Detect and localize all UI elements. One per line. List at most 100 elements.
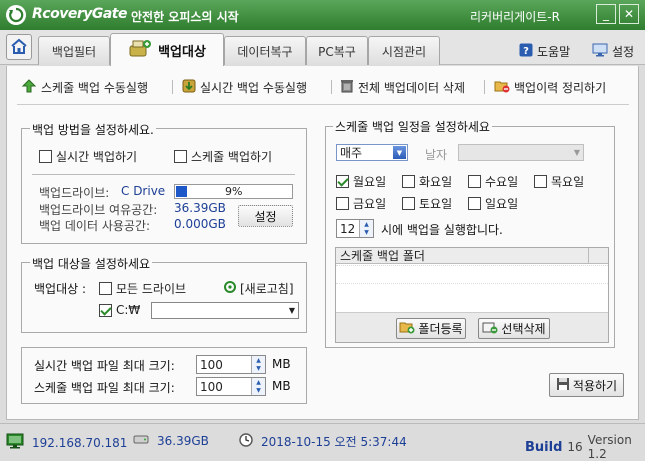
checkbox-box: [468, 197, 481, 210]
checkbox-label: 일요일: [485, 197, 519, 211]
target-path-dropdown[interactable]: ▼: [151, 302, 299, 319]
target-label: 백업대상 :: [34, 282, 87, 296]
build-number: 16: [567, 440, 583, 454]
ip-status: 192.168.70.181: [6, 433, 127, 452]
refresh-button[interactable]: [새로고침]: [223, 280, 294, 297]
minimize-button[interactable]: _: [596, 4, 616, 24]
progress-text: 9%: [225, 185, 243, 198]
close-button[interactable]: ✕: [619, 4, 639, 24]
disk-status: 36.39GB: [133, 433, 209, 448]
all-drives-checkbox[interactable]: 모든 드라이브: [99, 280, 186, 297]
checkbox-label: 월요일: [353, 175, 387, 189]
weekday-checkbox[interactable]: 토요일: [402, 195, 452, 212]
button-label: 폴더등록: [418, 322, 463, 336]
used-space-label: 백업 데이터 사용공간:: [39, 219, 151, 233]
group-title: 스케줄 백업 일정을 설정하세요: [333, 118, 492, 135]
schedule-folder-table: 스케줄 백업 폴더 폴더등록 선택삭제: [335, 247, 609, 343]
toolbar-divider: [331, 80, 332, 94]
date-dropdown[interactable]: ▼: [458, 144, 584, 161]
settings-monitor-icon: [592, 43, 608, 60]
frequency-dropdown[interactable]: 매주 ▼: [336, 144, 408, 161]
stepper-up-icon[interactable]: ▲: [360, 220, 373, 229]
table-row: [336, 265, 608, 266]
stepper-value: 12: [340, 221, 356, 236]
checkbox-label: 금요일: [353, 197, 387, 211]
build-label: Build: [525, 439, 563, 455]
settings-link[interactable]: 설정: [592, 43, 634, 60]
weekday-checkbox[interactable]: 일요일: [468, 195, 518, 212]
realtime-max-size-label: 실시간 백업 파일 최대 크기:: [34, 359, 175, 373]
checkbox-label: 수요일: [485, 175, 519, 189]
stepper-up-icon[interactable]: ▲: [252, 356, 265, 365]
table-header-extra: [588, 248, 608, 264]
realtime-max-size-stepper[interactable]: 100 ▲ ▼: [196, 355, 266, 374]
tab-label: 백업대상: [158, 44, 206, 60]
delete-all-backup-button[interactable]: 전체 백업데이터 삭제: [340, 79, 465, 96]
backup-target-icon: [128, 38, 152, 62]
hour-stepper[interactable]: 12 ▲ ▼: [336, 219, 374, 238]
weekday-checkbox[interactable]: 목요일: [534, 173, 584, 190]
table-header: 스케줄 백업 폴더: [336, 248, 588, 264]
checkbox-box: [402, 197, 415, 210]
backup-target-group: 백업 대상을 설정하세요 백업대상 : 모든 드라이브 [새로고침] C:₩ ▼: [21, 255, 307, 333]
add-folder-button[interactable]: 폴더등록: [396, 318, 466, 339]
checkbox-box: [99, 282, 112, 295]
chevron-down-icon: ▼: [573, 148, 580, 157]
group-title: 백업 방법을 설정하세요.: [30, 121, 156, 138]
checkbox-label: 모든 드라이브: [116, 282, 187, 296]
delete-selected-button[interactable]: 선택삭제: [478, 318, 550, 339]
used-space-value: 0.000GB: [174, 217, 226, 231]
schedule-max-size-stepper[interactable]: 100 ▲ ▼: [196, 377, 266, 396]
clock-icon: [239, 433, 253, 450]
action-label: 전체 백업데이터 삭제: [358, 81, 465, 95]
app-brand: RcoveryGate: [32, 6, 127, 22]
toolbar-divider: [172, 80, 173, 94]
tab-backup-target[interactable]: 백업대상: [110, 33, 224, 66]
tab-data-restore[interactable]: 데이터복구: [224, 36, 306, 65]
status-bar: 192.168.70.181 36.39GB 2018-10-15 오전 5:3…: [0, 423, 645, 461]
drive-c-checkbox[interactable]: C:₩: [99, 303, 140, 317]
stepper-up-icon[interactable]: ▲: [252, 378, 265, 387]
home-button[interactable]: [6, 34, 32, 60]
size-limit-group: 실시간 백업 파일 최대 크기: 100 ▲ ▼ MB 스케줄 백업 파일 최대 …: [21, 347, 307, 404]
tab-pc-restore[interactable]: PC복구: [306, 36, 368, 65]
tab-point-management[interactable]: 시점관리: [368, 36, 440, 65]
arrow-up-green-icon: [21, 79, 37, 96]
main-panel: 스케줄 백업 수동실행 실시간 백업 수동실행 전체 백업데이터 삭제 백업이력…: [6, 66, 639, 420]
folder-delete-icon: [494, 79, 510, 96]
stepper-down-icon[interactable]: ▼: [252, 386, 265, 395]
datetime-status: 2018-10-15 오전 5:37:44: [239, 433, 407, 450]
app-slogan: 안전한 오피스의 시작: [131, 10, 239, 24]
settings-label: 설정: [612, 45, 635, 59]
backup-method-group: 백업 방법을 설정하세요. 실시간 백업하기 스케줄 백업하기 백업드라이브: …: [21, 121, 307, 244]
checkbox-box: [174, 150, 187, 163]
ip-address: 192.168.70.181: [32, 435, 128, 450]
action-label: 실시간 백업 수동실행: [200, 81, 307, 95]
stepper-down-icon[interactable]: ▼: [360, 228, 373, 237]
dropdown-value: 매주: [340, 146, 363, 160]
weekday-checkbox[interactable]: 수요일: [468, 173, 518, 190]
help-link[interactable]: ? 도움말: [519, 43, 570, 60]
refresh-icon: [223, 280, 237, 297]
folder-remove-icon: [482, 320, 498, 337]
unit-label: MB: [272, 357, 291, 371]
apply-button[interactable]: 적용하기: [549, 373, 624, 397]
table-row: [336, 283, 608, 284]
cleanup-history-button[interactable]: 백업이력 정리하기: [494, 79, 606, 96]
drive-usage-progress: 9%: [174, 184, 293, 199]
weekday-checkbox[interactable]: 화요일: [402, 173, 452, 190]
schedule-manual-run-button[interactable]: 스케줄 백업 수동실행: [21, 79, 148, 96]
stepper-down-icon[interactable]: ▼: [252, 364, 265, 373]
realtime-backup-checkbox[interactable]: 실시간 백업하기: [39, 148, 137, 165]
tab-backup-filter[interactable]: 백업필터: [38, 36, 110, 65]
realtime-manual-run-button[interactable]: 실시간 백업 수동실행: [182, 79, 307, 96]
weekday-checkbox[interactable]: 월요일: [336, 173, 386, 190]
app-logo-icon: [6, 5, 26, 25]
schedule-backup-checkbox[interactable]: 스케줄 백업하기: [174, 148, 272, 165]
chevron-down-icon: ▼: [393, 146, 406, 159]
current-datetime: 2018-10-15 오전 5:37:44: [261, 435, 407, 449]
build-info: Build 16 Version 1.2: [525, 433, 645, 461]
network-monitor-icon: [6, 433, 24, 452]
drive-settings-button[interactable]: 설정: [238, 205, 293, 227]
weekday-checkbox[interactable]: 금요일: [336, 195, 386, 212]
